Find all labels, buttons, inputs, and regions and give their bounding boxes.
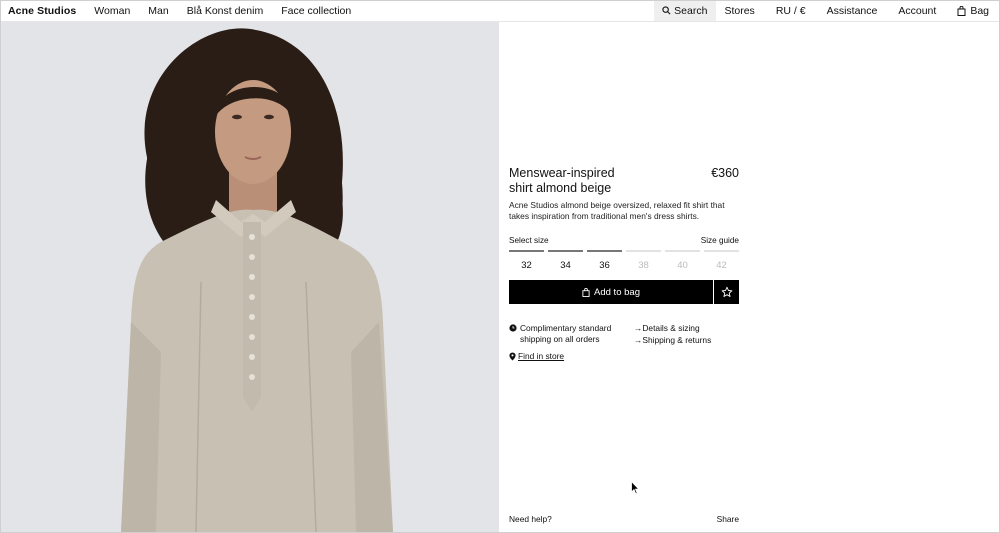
share-link[interactable]: Share <box>689 514 739 524</box>
product-price: €360 <box>711 166 739 180</box>
size-option-32[interactable]: 32 <box>509 250 544 271</box>
clock-icon <box>509 324 517 332</box>
find-in-store-link[interactable]: Find in store <box>509 351 564 361</box>
size-option-34[interactable]: 34 <box>548 250 583 271</box>
mouse-cursor-icon <box>631 481 640 495</box>
brand-logo[interactable]: Acne Studios <box>8 5 76 17</box>
search-icon <box>662 6 671 15</box>
shipping-returns-label: Shipping & returns <box>642 334 712 345</box>
need-help-link[interactable]: Need help? <box>509 514 552 524</box>
assistance-link[interactable]: Assistance <box>827 5 878 17</box>
search-button[interactable]: Search <box>654 0 717 21</box>
size-option-40[interactable]: 40 <box>665 250 700 271</box>
size-selector: 32 34 36 38 40 42 <box>509 250 739 271</box>
nav-link-face-collection[interactable]: Face collection <box>281 5 351 17</box>
size-option-36[interactable]: 36 <box>587 250 622 271</box>
add-to-bag-button[interactable]: Add to bag <box>509 280 713 304</box>
bag-label: Bag <box>970 4 989 17</box>
nav-link-man[interactable]: Man <box>148 5 168 17</box>
nav-left: Acne Studios Woman Man Blå Konst denim F… <box>0 0 369 21</box>
nav-link-bla-konst[interactable]: Blå Konst denim <box>187 5 263 17</box>
product-title: Menswear-inspired shirt almond beige <box>509 166 639 196</box>
size-option-42[interactable]: 42 <box>704 250 739 271</box>
stores-link[interactable]: Stores <box>724 5 754 17</box>
bag-icon <box>957 5 966 16</box>
size-option-38[interactable]: 38 <box>626 250 661 271</box>
shipping-text: Complimentary standard shipping on all o… <box>520 323 611 345</box>
shipping-line2: shipping on all orders <box>520 334 600 344</box>
star-icon <box>721 286 732 297</box>
product-title-line1: Menswear-inspired <box>509 166 615 180</box>
bag-link[interactable]: Bag <box>957 5 989 17</box>
shipping-info: Complimentary standard shipping on all o… <box>509 323 627 345</box>
wishlist-button[interactable] <box>714 280 739 304</box>
add-to-bag-label: Add to bag <box>594 286 640 298</box>
search-label: Search <box>674 4 708 17</box>
shipping-line1: Complimentary standard <box>520 323 612 333</box>
shipping-returns-link[interactable]: →Shipping & returns <box>634 335 711 347</box>
nav-right: Search Stores RU / € Assistance Account … <box>654 0 1000 21</box>
location-pin-icon <box>509 352 516 360</box>
region-selector[interactable]: RU / € <box>776 5 806 17</box>
bag-icon <box>582 287 590 297</box>
details-sizing-label: Details & sizing <box>642 323 700 333</box>
find-in-store-label: Find in store <box>518 351 565 361</box>
nav-link-woman[interactable]: Woman <box>94 5 130 17</box>
top-nav: Acne Studios Woman Man Blå Konst denim F… <box>0 0 1000 22</box>
size-guide-link[interactable]: Size guide <box>659 236 739 245</box>
product-description: Acne Studios almond beige oversized, rel… <box>509 200 725 221</box>
select-size-label: Select size <box>509 236 549 245</box>
product-image[interactable] <box>1 22 499 532</box>
product-photo-illustration <box>1 22 499 532</box>
details-sizing-link[interactable]: →Details & sizing <box>634 323 711 335</box>
product-title-line2: shirt almond beige <box>509 181 612 195</box>
info-links: →Details & sizing →Shipping & returns <box>634 323 711 346</box>
account-link[interactable]: Account <box>898 5 936 17</box>
